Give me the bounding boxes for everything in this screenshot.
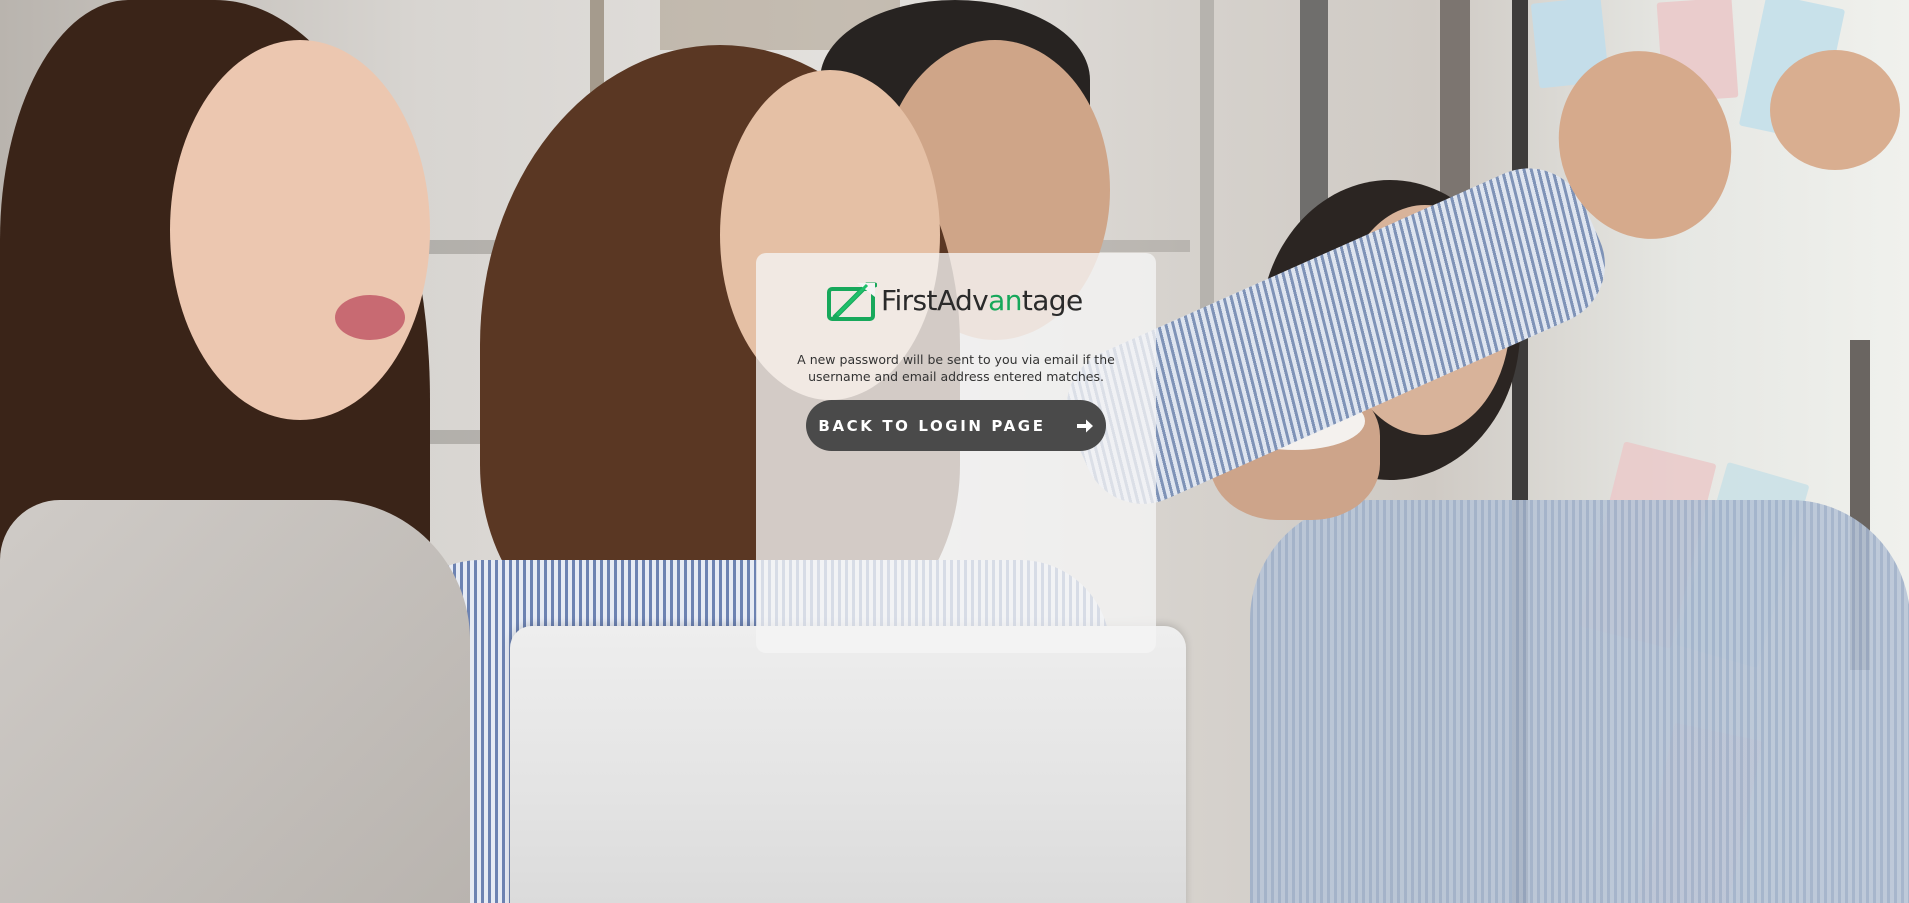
login-page: FirstAdvantage A new password will be se… [0,0,1909,903]
reset-message: A new password will be sent to you via e… [796,351,1116,385]
first-advantage-logo-mark-icon [827,282,877,321]
reset-message-line2: username and email address entered match… [808,369,1104,384]
brand-name: FirstAdvantage [881,283,1083,317]
password-reset-card: FirstAdvantage A new password will be se… [756,253,1156,653]
first-advantage-logo: FirstAdvantage [827,278,1083,322]
reset-message-line1: A new password will be sent to you via e… [797,352,1115,367]
laptop [510,626,1186,903]
back-to-login-button[interactable]: BACK TO LOGIN PAGE [806,400,1106,451]
back-to-login-label: BACK TO LOGIN PAGE [818,416,1046,435]
arrow-right-icon [1076,419,1093,432]
